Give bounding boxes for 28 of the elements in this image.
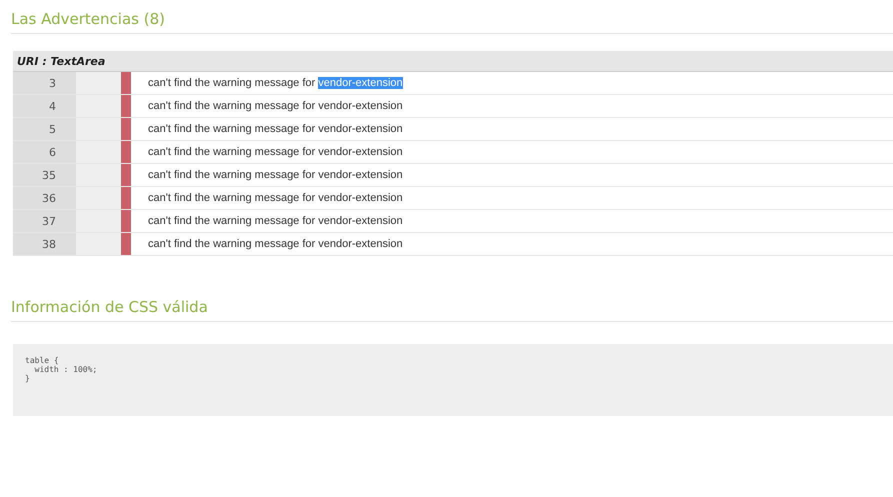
- warning-marker: [121, 187, 131, 209]
- line-number: 6: [13, 141, 76, 163]
- line-number: 38: [13, 233, 76, 255]
- warning-message: can't find the warning message for vendor-extension: [148, 192, 403, 204]
- warning-message: can't find the warning message for vendor-extension: [148, 77, 403, 89]
- warning-message: can't find the warning message for vendor-extension: [148, 169, 403, 181]
- section-heading: Las Advertencias (8): [11, 10, 893, 34]
- warning-message: can't find the warning message for vendor-extension: [148, 100, 403, 112]
- warning-marker: [121, 118, 131, 140]
- warning-marker: [121, 210, 131, 232]
- warning-marker: [121, 164, 131, 186]
- line-number: 4: [13, 95, 76, 117]
- line-number: 3: [13, 72, 76, 94]
- code-block: table { width : 100%; }: [13, 344, 893, 416]
- line-number: 37: [13, 210, 76, 232]
- warning-marker: [121, 95, 131, 117]
- section-heading: Información de CSS válida: [11, 298, 893, 322]
- uri-header: URI : TextArea: [13, 51, 893, 72]
- warning-marker: [121, 233, 131, 255]
- line-number: 5: [13, 118, 76, 140]
- warning-marker: [121, 141, 131, 163]
- line-number: 35: [13, 164, 76, 186]
- line-number: 36: [13, 187, 76, 209]
- warning-message: can't find the warning message for vendor-extension: [148, 238, 403, 250]
- warning-marker: [121, 72, 131, 94]
- warning-message: can't find the warning message for vendor-extension: [148, 215, 403, 227]
- warning-message: can't find the warning message for vendor-extension: [148, 123, 403, 135]
- warning-message: can't find the warning message for vendor-extension: [148, 146, 403, 158]
